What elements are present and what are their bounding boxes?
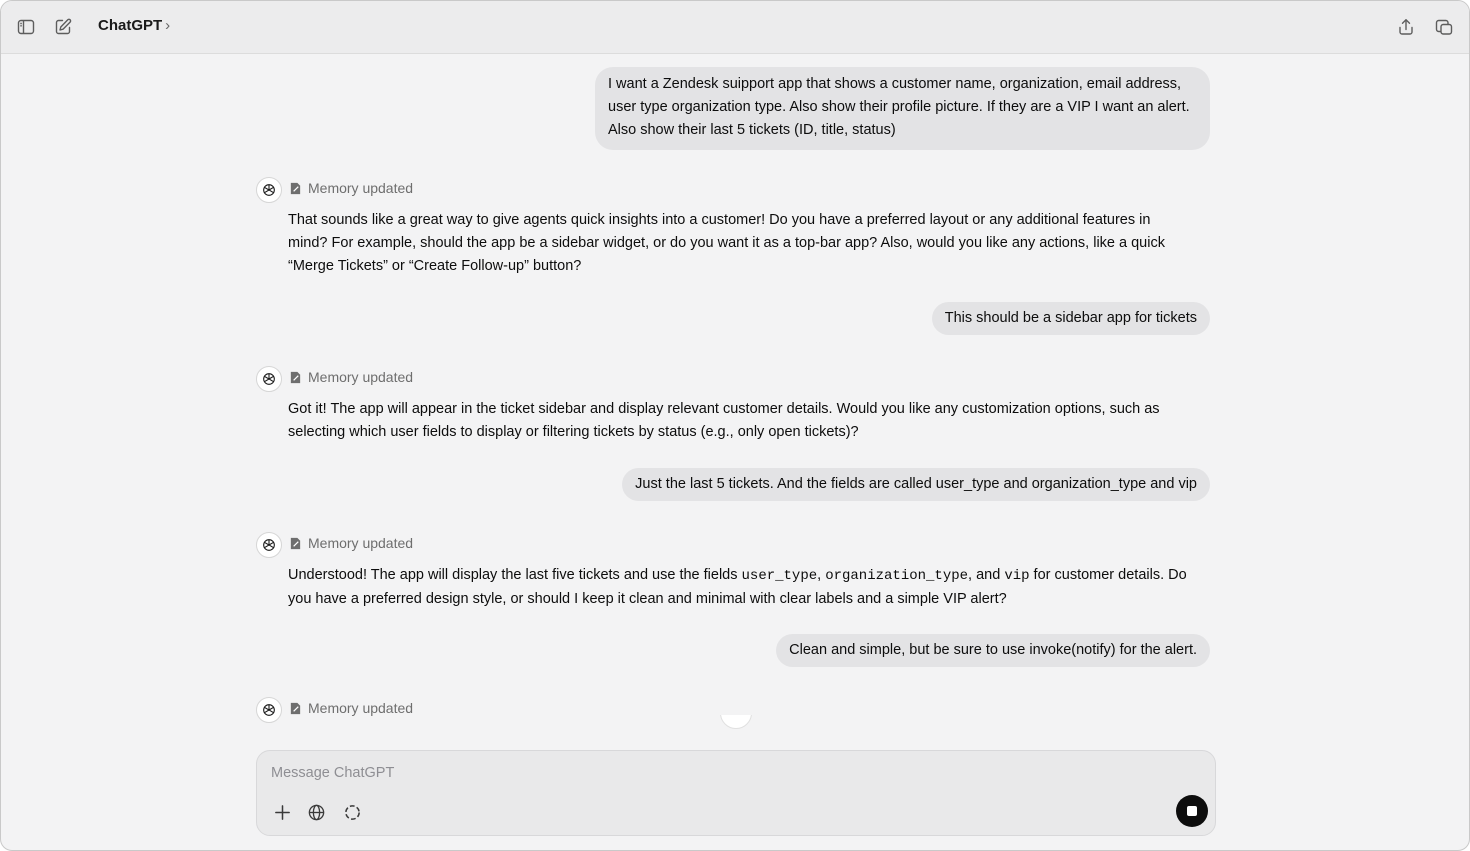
user-message: Just the last 5 tickets. And the fields …: [622, 468, 1210, 501]
new-window-icon[interactable]: [1432, 15, 1456, 39]
inline-code: vip: [1004, 568, 1030, 584]
top-bar: ChatGPT ›: [1, 1, 1469, 54]
scroll-to-bottom-button[interactable]: [720, 715, 752, 731]
chatgpt-logo-icon: [256, 177, 282, 203]
message-text: I want a Zendesk suipport app that shows…: [608, 76, 1190, 138]
page-title: ChatGPT: [98, 17, 163, 34]
memory-updated-indicator[interactable]: Memory updated: [289, 180, 413, 196]
user-message: Clean and simple, but be sure to use inv…: [776, 634, 1210, 667]
new-chat-icon[interactable]: [51, 15, 75, 39]
globe-icon[interactable]: [305, 801, 327, 823]
message-text: Just the last 5 tickets. And the fields …: [635, 476, 1197, 492]
message-text: Clean and simple, but be sure to use inv…: [789, 642, 1197, 658]
user-message: I want a Zendesk suipport app that shows…: [595, 67, 1210, 150]
memory-icon: [290, 182, 301, 194]
memory-icon: [290, 371, 301, 383]
conversation: I want a Zendesk suipport app that shows…: [1, 54, 1469, 744]
stop-icon: [1187, 806, 1197, 816]
message-text: This should be a sidebar app for tickets: [944, 310, 1197, 326]
memory-updated-indicator[interactable]: Memory updated: [289, 700, 413, 716]
stop-button[interactable]: [1176, 795, 1208, 827]
message-input[interactable]: [271, 765, 1151, 781]
app-window: ChatGPT › I want a Zendesk suipport app …: [0, 0, 1470, 851]
model-selector[interactable]: ChatGPT ›: [98, 17, 170, 34]
assistant-reply-text: Got it! The app will appear in the ticke…: [288, 401, 1160, 440]
chatgpt-logo-icon: [256, 366, 282, 392]
dashed-circle-icon[interactable]: [341, 801, 363, 823]
inline-code: organization_type: [825, 568, 969, 584]
memory-updated-indicator[interactable]: Memory updated: [289, 535, 413, 551]
memory-icon: [290, 537, 301, 549]
inline-code: user_type: [741, 568, 818, 584]
assistant-reply-text: Understood! The app will display the las…: [288, 567, 1187, 607]
chevron-right-icon: ›: [165, 17, 171, 34]
message-composer: [256, 750, 1216, 836]
chatgpt-logo-icon: [256, 697, 282, 723]
user-message: This should be a sidebar app for tickets: [931, 302, 1210, 335]
plus-icon[interactable]: [271, 801, 293, 823]
share-icon[interactable]: [1394, 15, 1418, 39]
assistant-reply-text: That sounds like a great way to give age…: [288, 212, 1165, 274]
sidebar-toggle-icon[interactable]: [14, 15, 38, 39]
memory-icon: [290, 702, 301, 714]
chatgpt-logo-icon: [256, 532, 282, 558]
memory-updated-indicator[interactable]: Memory updated: [289, 369, 413, 385]
